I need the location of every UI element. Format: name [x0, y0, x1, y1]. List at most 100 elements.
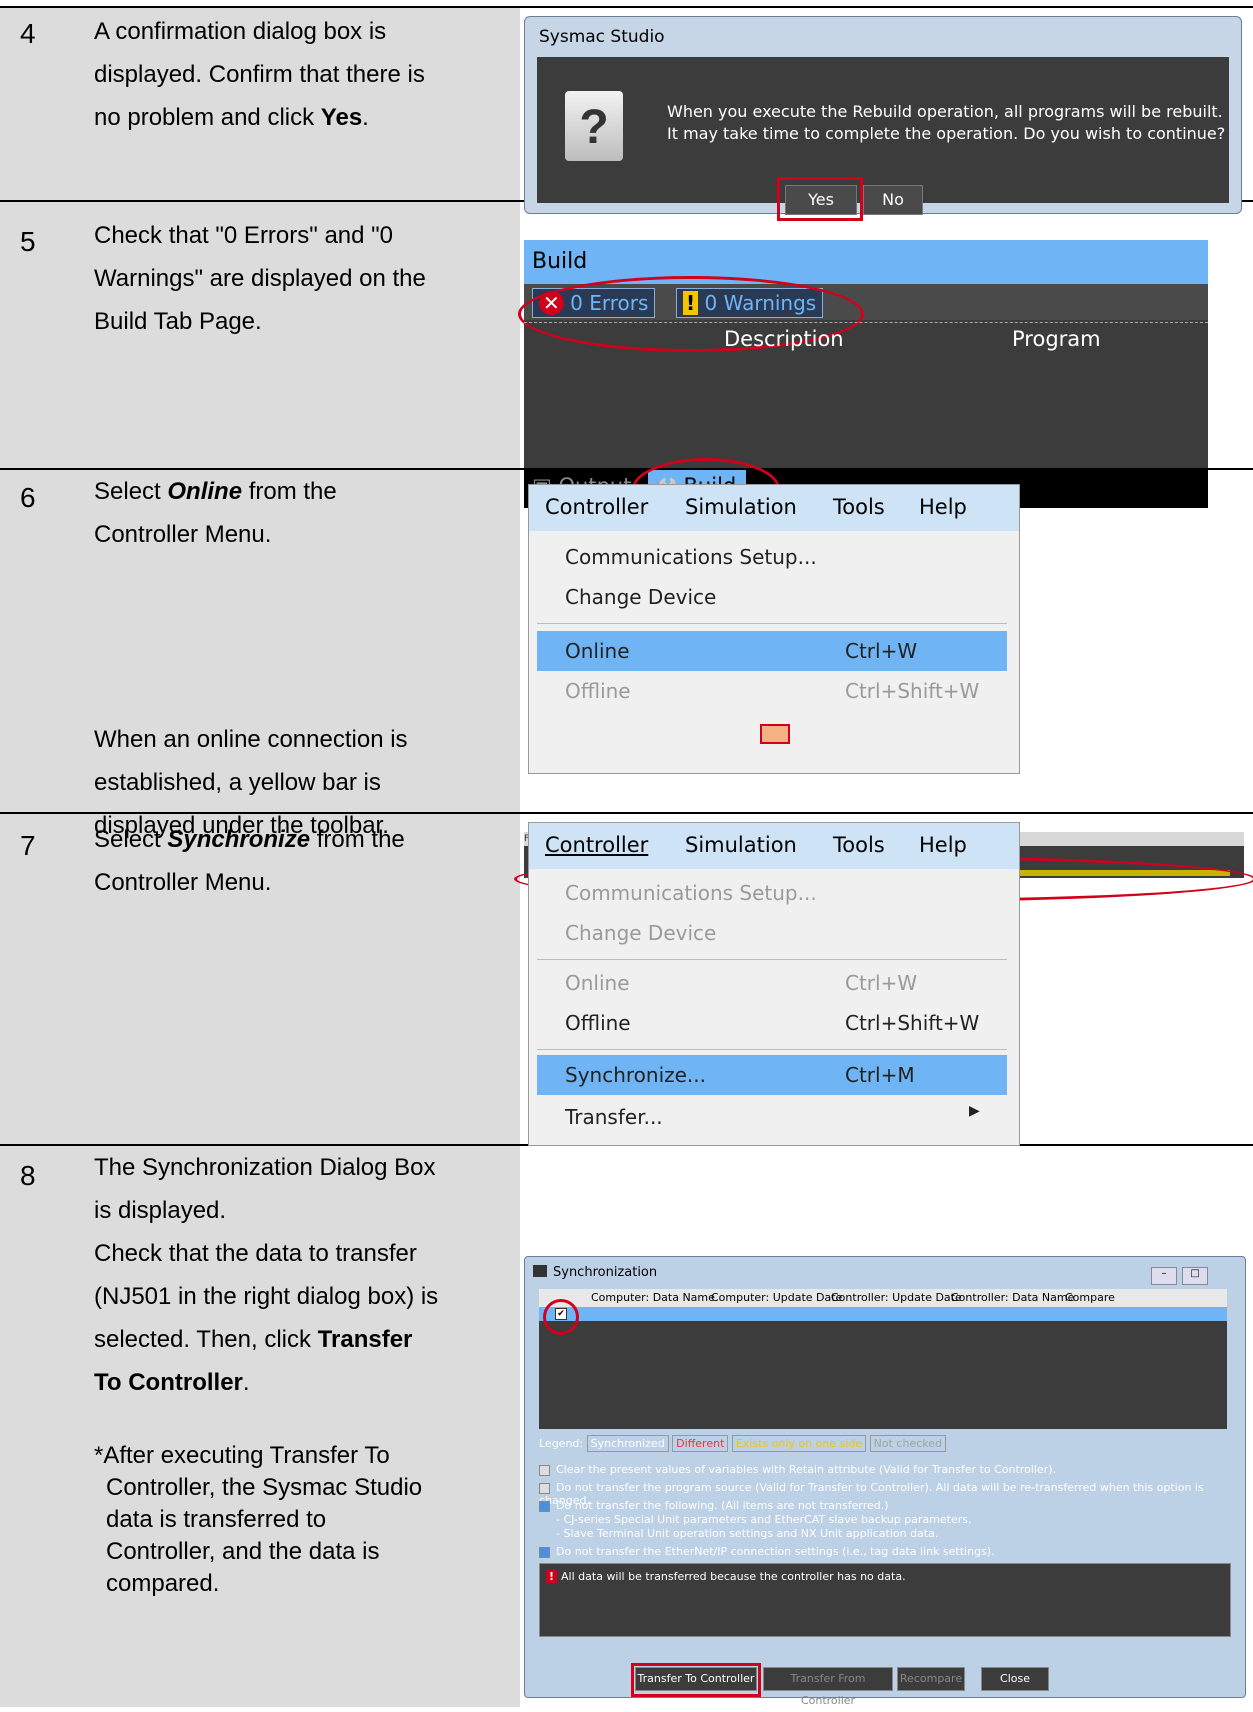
- menu-help[interactable]: Help: [919, 495, 967, 519]
- menu-item-synchronize[interactable]: Synchronize...: [565, 1063, 706, 1087]
- text-line: Controller, the Sysmac Studio: [106, 1474, 423, 1501]
- recompare-button[interactable]: Recompare: [897, 1667, 965, 1691]
- text-line: Controller Menu.: [94, 521, 272, 548]
- menu-item-communications-setup[interactable]: Communications Setup...: [565, 881, 817, 905]
- down-arrow-icon: [760, 724, 790, 744]
- minimize-icon[interactable]: –: [1151, 1267, 1177, 1285]
- message-box: ! All data will be transferred because th…: [539, 1563, 1231, 1637]
- step-8-note: *After executing Transfer To Controller,…: [94, 1440, 514, 1600]
- dialog-body: ? When you execute the Rebuild operation…: [537, 57, 1229, 221]
- checkbox[interactable]: [539, 1546, 550, 1558]
- option-sub-text: - CJ-series Special Unit parameters and …: [556, 1513, 972, 1526]
- column-header: Compare: [1065, 1291, 1115, 1304]
- submenu-arrow-icon: ▶: [969, 1103, 980, 1119]
- table-header: Computer: Data Name Computer: Update Dat…: [539, 1289, 1227, 1307]
- menu-simulation[interactable]: Simulation: [685, 495, 797, 519]
- highlight-oval: [543, 1299, 579, 1335]
- step-8-description: The Synchronization Dialog Box is displa…: [94, 1146, 514, 1404]
- column-header: Computer: Data Name: [591, 1291, 715, 1304]
- step-4-description: A confirmation dialog box is displayed. …: [94, 10, 514, 139]
- text-line: no problem and click Yes.: [94, 104, 369, 131]
- menu-separator: [537, 1049, 1007, 1050]
- step-number: 8: [20, 1160, 36, 1191]
- menu-item-change-device[interactable]: Change Device: [565, 921, 716, 945]
- option-clear-retain[interactable]: Clear the present values of variables wi…: [539, 1463, 1056, 1476]
- table-row[interactable]: ✔: [539, 1307, 1227, 1321]
- menu-item-communications-setup[interactable]: Communications Setup...: [565, 545, 817, 569]
- menu-item-online[interactable]: Online: [565, 971, 630, 995]
- column-program: Program: [1012, 327, 1101, 351]
- text-line: When an online connection is: [94, 726, 408, 753]
- checkbox[interactable]: [539, 1464, 550, 1476]
- text-line: Check that the data to transfer: [94, 1240, 417, 1267]
- step-6-description: Select Online from the Controller Menu.: [94, 470, 514, 556]
- menu-tools[interactable]: Tools: [833, 833, 885, 857]
- legend-label: Legend:: [539, 1437, 584, 1450]
- transfer-from-controller-button[interactable]: Transfer From Controller: [763, 1667, 893, 1707]
- legend: Legend: Synchronized Different Exists on…: [539, 1435, 946, 1452]
- text-line: established, a yellow bar is: [94, 769, 381, 796]
- confirmation-dialog: Sysmac Studio ? When you execute the Reb…: [524, 16, 1242, 221]
- shortcut-label: Ctrl+Shift+W: [845, 1011, 980, 1035]
- menu-item-online[interactable]: Online: [565, 639, 630, 663]
- menu-item-offline[interactable]: Offline: [565, 1011, 631, 1035]
- synchronization-dialog: Synchronization – □ x Computer: Data Nam…: [524, 1256, 1246, 1707]
- text-line: is displayed.: [94, 1197, 227, 1224]
- text-line: Check that "0 Errors" and "0: [94, 222, 394, 249]
- text-line: Select Online from the: [94, 478, 337, 505]
- text-line: Controller Menu.: [94, 869, 272, 896]
- menu-controller[interactable]: Controller: [545, 495, 648, 519]
- menu-bar: Controller Simulation Tools Help: [529, 823, 1019, 869]
- text-line: Controller, and the data is: [106, 1538, 380, 1565]
- text-line: data is transferred to: [106, 1506, 327, 1533]
- step-number-column: [0, 8, 80, 1707]
- checkbox[interactable]: [539, 1500, 550, 1512]
- column-header: Controller: Update Date: [831, 1291, 962, 1304]
- highlight-box: [777, 177, 863, 221]
- controller-menu-synchronize: Controller Simulation Tools Help Communi…: [528, 822, 1020, 1146]
- build-panel-header: Build: [524, 240, 1208, 284]
- step-5-description: Check that "0 Errors" and "0 Warnings" a…: [94, 214, 514, 343]
- legend-synchronized: Synchronized: [586, 1435, 669, 1452]
- build-table-header: Description Program: [524, 322, 1208, 355]
- menu-help[interactable]: Help: [919, 833, 967, 857]
- menu-separator: [537, 623, 1007, 624]
- text-line: Build Tab Page.: [94, 308, 262, 335]
- text-line: Select Synchronize from the: [94, 826, 405, 853]
- maximize-icon[interactable]: □: [1182, 1267, 1209, 1285]
- legend-not-checked: Not checked: [869, 1435, 946, 1452]
- window-controls: – □ x: [1151, 1261, 1235, 1309]
- column-header: Controller: Data Name: [951, 1291, 1075, 1304]
- shortcut-label: Ctrl+W: [845, 639, 918, 663]
- option-no-ethernet-ip[interactable]: Do not transfer the EtherNet/IP connecti…: [539, 1545, 995, 1558]
- menu-item-change-device[interactable]: Change Device: [565, 585, 716, 609]
- text-line: selected. Then, click Transfer: [94, 1326, 413, 1353]
- menu-controller[interactable]: Controller: [545, 833, 648, 857]
- step-number: 5: [20, 226, 36, 257]
- shortcut-label: Ctrl+Shift+W: [845, 679, 980, 703]
- app-icon: [533, 1265, 547, 1277]
- menu-simulation[interactable]: Simulation: [685, 833, 797, 857]
- legend-different: Different: [672, 1435, 729, 1452]
- build-filter-bar: ✕ 0 Errors ! 0 Warnings: [518, 276, 1208, 352]
- highlight-box: [631, 1663, 761, 1697]
- menu-tools[interactable]: Tools: [833, 495, 885, 519]
- text-line: *After executing Transfer To: [94, 1442, 390, 1469]
- menu-item-transfer[interactable]: Transfer...: [565, 1105, 663, 1129]
- build-panel: Build ✕ 0 Errors ! 0 Warnings Descriptio…: [518, 240, 1208, 520]
- option-sub-text: - Slave Terminal Unit operation settings…: [556, 1527, 939, 1540]
- text-line: The Synchronization Dialog Box: [94, 1154, 436, 1181]
- text-line: To Controller.: [94, 1369, 250, 1396]
- checkbox[interactable]: [539, 1482, 550, 1494]
- close-button[interactable]: Close: [981, 1667, 1049, 1691]
- option-do-not-transfer[interactable]: Do not transfer the following. (All item…: [539, 1499, 889, 1512]
- step-7-description: Select Synchronize from the Controller M…: [94, 818, 514, 904]
- no-button[interactable]: No: [863, 185, 923, 215]
- text-line: displayed. Confirm that there is: [94, 61, 425, 88]
- column-header: Computer: Update Date: [711, 1291, 843, 1304]
- dialog-title: Synchronization: [553, 1265, 658, 1280]
- text-line: A confirmation dialog box is: [94, 18, 387, 45]
- question-icon: ?: [565, 91, 623, 161]
- menu-item-offline[interactable]: Offline: [565, 679, 631, 703]
- menu-bar: Controller Simulation Tools Help: [529, 485, 1019, 531]
